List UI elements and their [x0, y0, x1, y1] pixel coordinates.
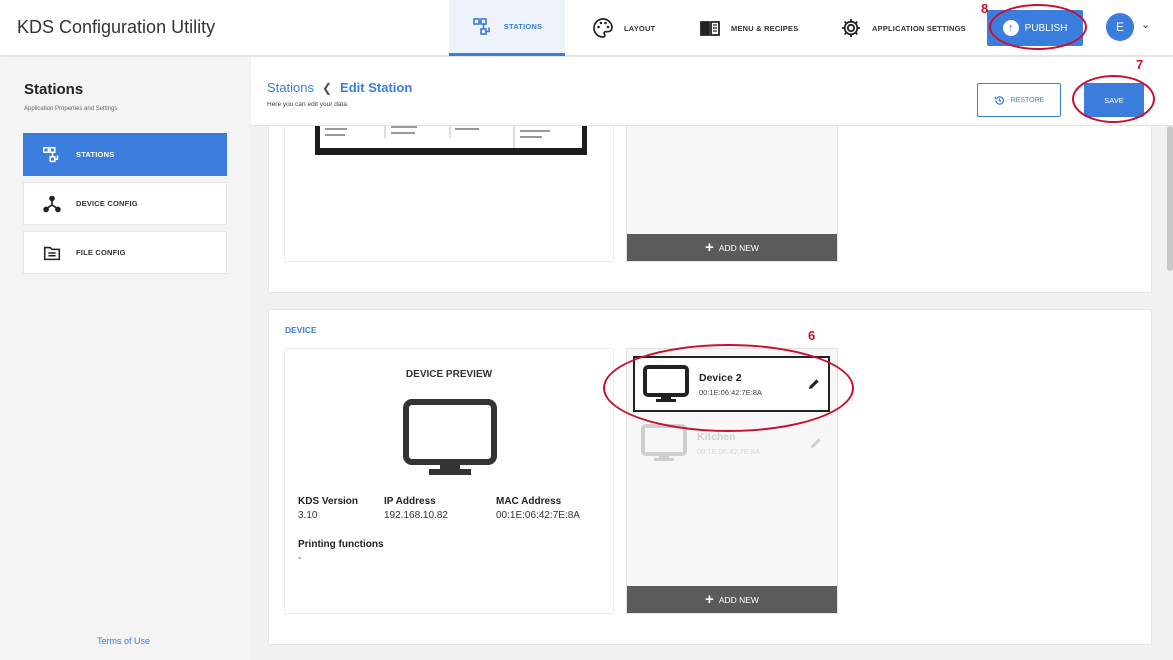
book-icon [700, 21, 720, 36]
chevron-left-icon[interactable]: ❮ [322, 81, 332, 95]
monitor-icon [641, 424, 687, 461]
file-list-icon [43, 246, 61, 260]
sidebar-item-label: FILE CONFIG [76, 248, 126, 257]
tab-application-settings-label: APPLICATION SETTINGS [872, 23, 966, 33]
palette-icon [593, 18, 613, 38]
monitor-icon [643, 365, 689, 402]
sidebar-item-label: DEVICE CONFIG [76, 199, 138, 208]
kds-version-label: KDS Version [298, 496, 359, 507]
printing-functions-label: Printing functions [298, 539, 384, 550]
tab-layout[interactable]: LAYOUT [578, 0, 669, 56]
device-list-item-device-2[interactable]: Device 2 00:1E:06:42:7E:8A [633, 356, 830, 412]
mac-address-label: MAC Address [496, 496, 562, 507]
tab-menu-recipes-label: MENU & RECIPES [731, 23, 799, 33]
plus-icon: + [705, 591, 714, 608]
tab-menu-recipes[interactable]: MENU & RECIPES [685, 0, 812, 56]
device-mac: 00:1E:06:42:7E:8A [697, 446, 760, 456]
page-title: Edit Station [340, 80, 413, 95]
sidebar-item-stations[interactable]: STATIONS [23, 133, 227, 176]
device-preview-title: DEVICE PREVIEW [405, 369, 493, 380]
scrollbar[interactable] [1167, 126, 1173, 271]
publish-label: PUBLISH [1024, 22, 1068, 34]
sidebar-item-device-config[interactable]: DEVICE CONFIG [23, 182, 227, 225]
sidebar-subtitle: Application Properties and Settings [24, 106, 118, 112]
top-bar: KDS Configuration Utility STATIONS LAYOU… [0, 0, 1173, 56]
mac-address-value: 00:1E:06:42:7E:8A [496, 510, 580, 521]
network-icon [43, 195, 61, 212]
tab-application-settings[interactable]: APPLICATION SETTINGS [826, 0, 980, 56]
sidebar-item-label: STATIONS [76, 150, 115, 159]
stations-icon [43, 146, 59, 162]
annotation-number: 6 [808, 328, 816, 343]
tab-stations-label: STATIONS [503, 22, 543, 31]
device-name: Device 2 [699, 371, 742, 384]
add-new-device-button[interactable]: + ADD NEW [627, 586, 837, 613]
device-mac: 00:1E:06:42:7E:8A [699, 387, 762, 397]
device-preview-panel: DEVICE PREVIEW KDS Version 3.10 IP Addre… [284, 348, 614, 614]
avatar[interactable]: E [1106, 13, 1134, 41]
layout-preview-panel [284, 126, 614, 262]
ip-address-field: IP Address 192.168.10.82 [384, 496, 448, 521]
kds-version-value: 3.10 [298, 510, 318, 521]
gear-icon [842, 19, 860, 37]
terms-of-use-link[interactable]: Terms of Use [97, 636, 150, 646]
printing-functions-value: - [298, 553, 302, 564]
pencil-icon[interactable] [810, 437, 822, 449]
device-list-item-kitchen[interactable]: Kitchen 00:1E:06:42:7E:8A [633, 415, 830, 471]
add-new-label: ADD NEW [718, 594, 759, 605]
tab-stations[interactable]: STATIONS [449, 0, 565, 56]
device-name: Kitchen [697, 430, 736, 443]
restore-label: RESTORE [1010, 96, 1045, 104]
layout-list-panel: + ADD NEW [626, 126, 838, 262]
chevron-down-icon[interactable]: ⌄ [1141, 18, 1150, 31]
monitor-icon [403, 399, 497, 475]
arrow-up-icon: ↑ [1002, 20, 1019, 36]
sidebar-item-file-config[interactable]: FILE CONFIG [23, 231, 227, 274]
breadcrumb-stations[interactable]: Stations [267, 80, 314, 95]
ip-address-value: 192.168.10.82 [384, 510, 448, 521]
device-section-label: DEVICE [285, 325, 317, 335]
save-button[interactable]: SAVE [1084, 83, 1144, 117]
sidebar-title: Stations [24, 81, 84, 98]
tab-layout-label: LAYOUT [624, 23, 656, 33]
layout-card: + ADD NEW [268, 126, 1152, 293]
annotation-number: 7 [1136, 57, 1144, 72]
content-area[interactable]: + ADD NEW DEVICE DEVICE PREVIEW KDS Vers… [251, 126, 1173, 660]
mac-address-field: MAC Address 00:1E:06:42:7E:8A [496, 496, 580, 521]
page-header: Stations ❮ Edit Station Here you can edi… [251, 57, 1173, 126]
page-subtitle: Here you can edit your data. [267, 101, 349, 108]
publish-button[interactable]: ↑ PUBLISH [987, 10, 1083, 46]
plus-icon: + [705, 239, 714, 256]
device-list-panel: Device 2 00:1E:06:42:7E:8A Kitchen 00:1E… [626, 348, 838, 614]
breadcrumb: Stations ❮ Edit Station [267, 80, 412, 95]
annotation-number: 8 [981, 1, 989, 16]
kds-version-field: KDS Version 3.10 [298, 496, 358, 521]
add-new-layout-button[interactable]: + ADD NEW [627, 234, 837, 261]
stations-icon [472, 17, 490, 35]
add-new-label: ADD NEW [718, 242, 759, 253]
pencil-icon[interactable] [808, 378, 820, 390]
restore-button[interactable]: RESTORE [977, 83, 1061, 117]
printing-functions-field: Printing functions - [298, 539, 384, 564]
sidebar: Stations Application Properties and Sett… [0, 57, 250, 660]
app-title: KDS Configuration Utility [17, 17, 216, 37]
layout-preview-image [315, 126, 587, 155]
ip-address-label: IP Address [384, 496, 436, 507]
history-icon [994, 95, 1004, 105]
device-card: DEVICE DEVICE PREVIEW KDS Version 3.10 I… [268, 309, 1152, 645]
